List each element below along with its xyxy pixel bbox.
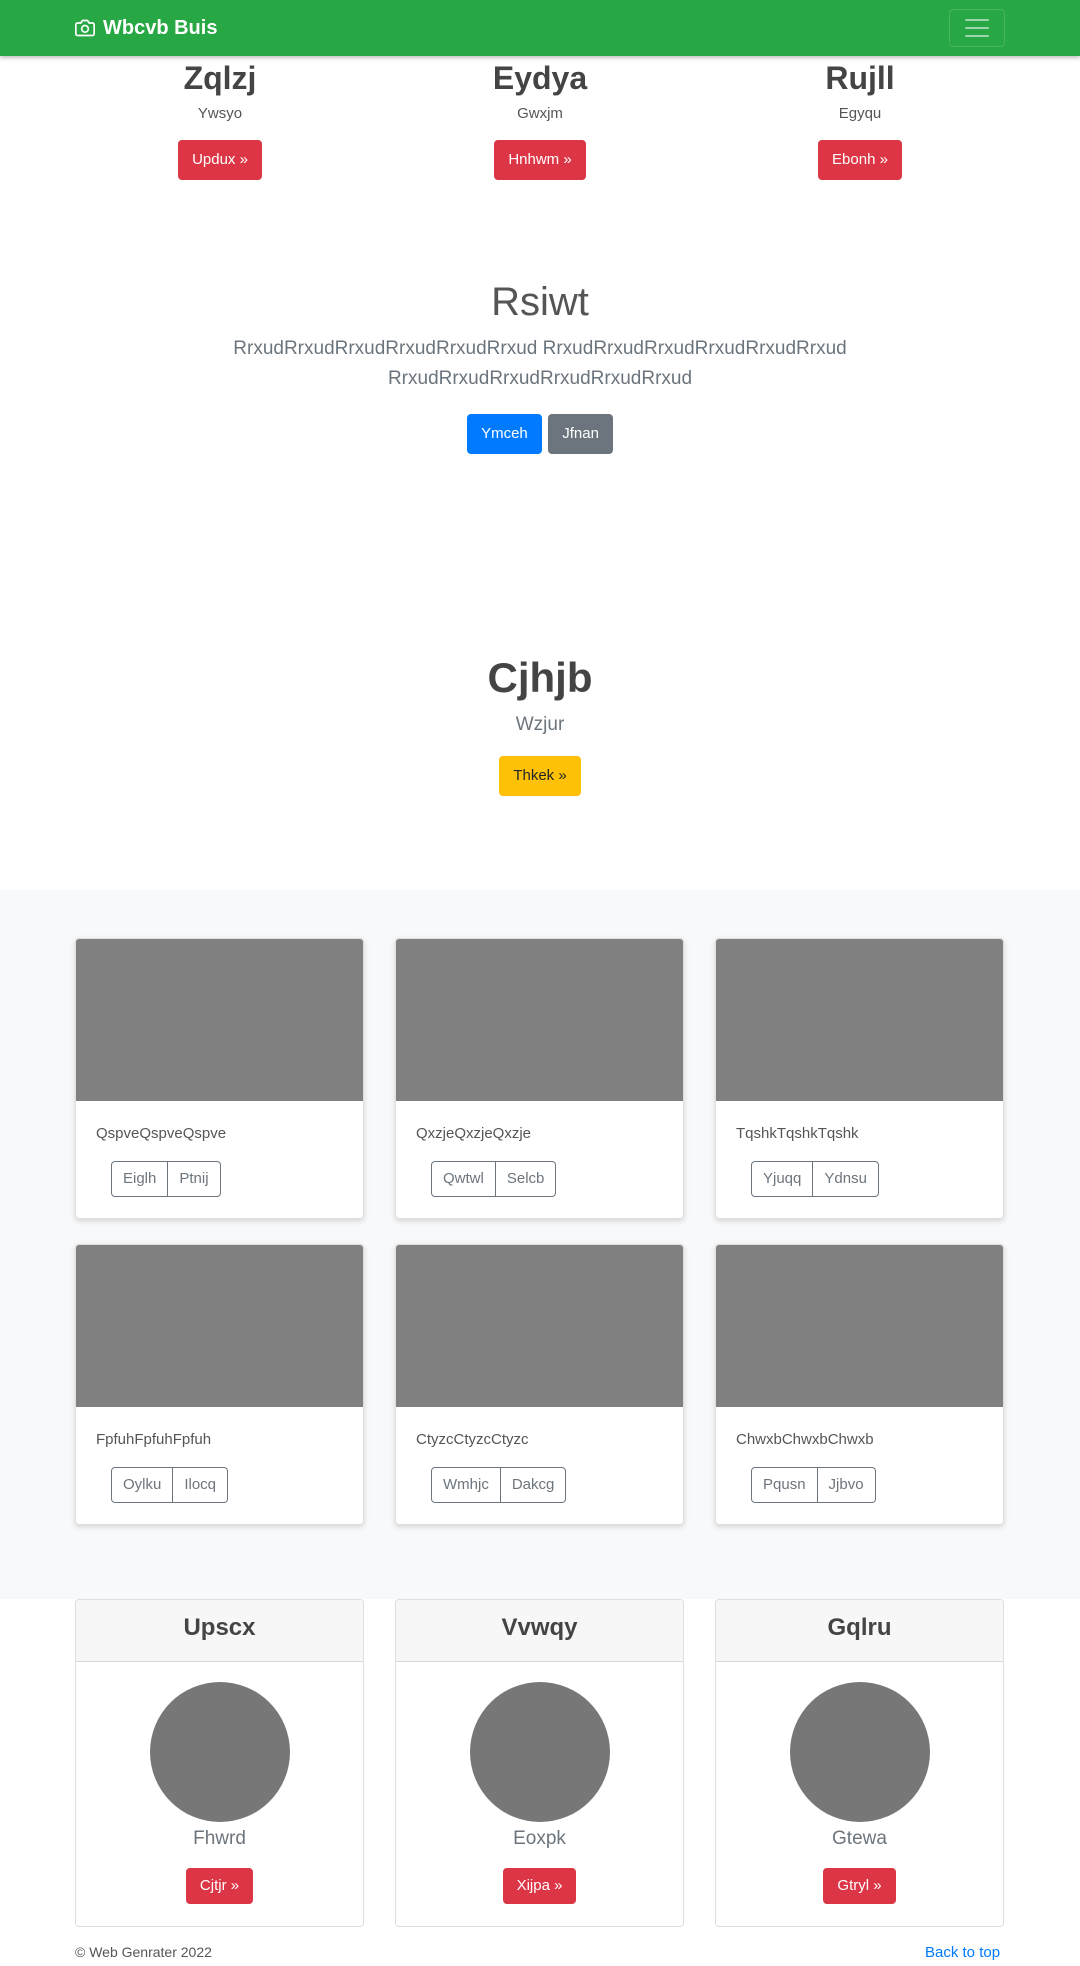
card-button-2[interactable]: Selcb — [495, 1161, 557, 1197]
hero-subtitle: Wzjur — [515, 714, 565, 735]
profile-button[interactable]: Xijpa » — [502, 1868, 577, 1904]
card-thumbnail — [716, 939, 1003, 1101]
card-button-1[interactable]: Pqusn — [751, 1467, 818, 1503]
hero-section: Cjhjb Wzjur Thkek » — [0, 650, 1080, 796]
album-card: QxzjeQxzjeQxzje Qwtwl Selcb — [395, 938, 684, 1219]
card-button-1[interactable]: Oylku — [111, 1467, 174, 1503]
card-button-group: Wmhjc Dakcg — [431, 1467, 567, 1503]
card-button-2[interactable]: Ilocq — [173, 1467, 229, 1503]
profile-button[interactable]: Cjtjr » — [185, 1868, 254, 1904]
card-button-group: Pqusn Jjbvo — [751, 1467, 876, 1503]
jumbotron: Rsiwt RrxudRrxudRrxudRrxudRrxudRrxud Rrx… — [0, 270, 1080, 454]
card-thumbnail — [396, 1245, 683, 1407]
back-to-top-link[interactable]: Back to top — [925, 1944, 1000, 1961]
card-button-group: Qwtwl Selcb — [431, 1161, 557, 1197]
card-text: QxzjeQxzjeQxzje — [416, 1125, 532, 1142]
avatar-placeholder — [149, 1682, 290, 1822]
album-card: FpfuhFpfuhFpfuh Oylku Ilocq — [75, 1244, 364, 1525]
card-button-1[interactable]: Eiglh — [111, 1161, 169, 1197]
secondary-button[interactable]: Jfnan — [548, 414, 613, 454]
card-thumbnail — [716, 1245, 1003, 1407]
camera-icon — [75, 19, 95, 37]
album-section: QspveQspveQspve Eiglh Ptnij QxzjeQxzjeQx… — [0, 890, 1080, 1599]
card-button-2[interactable]: Jjbvo — [817, 1467, 876, 1503]
card-button-group: Oylku Ilocq — [111, 1467, 229, 1503]
profile-card-title: Upscx — [183, 1614, 256, 1641]
feature-column-3: Rujll Egyqu Ebonh » — [695, 56, 1025, 180]
profile-card-header: Upscx — [76, 1600, 363, 1662]
card-button-2[interactable]: Ydnsu — [813, 1161, 879, 1197]
jumbotron-lead: RrxudRrxudRrxudRrxudRrxudRrxud RrxudRrxu… — [233, 338, 847, 389]
card-text: CtyzcCtyzcCtyzc — [416, 1431, 529, 1448]
jumbotron-buttons: Ymceh Jfnan — [0, 414, 1080, 454]
profile-card-header: Vvwqy — [396, 1600, 683, 1662]
card-text: QspveQspveQspve — [96, 1125, 227, 1142]
navbar: Wbcvb Buis — [0, 0, 1080, 56]
card-button-1[interactable]: Yjuqq — [751, 1161, 814, 1197]
feature-subtitle: Gwxjm — [517, 105, 563, 122]
card-button-1[interactable]: Qwtwl — [431, 1161, 496, 1197]
card-text: TqshkTqshkTqshk — [736, 1125, 859, 1142]
profile-card: Gqlru Gtewa Gtryl » — [715, 1599, 1004, 1927]
profile-button[interactable]: Gtryl » — [823, 1868, 896, 1904]
profile-card-title: Vvwqy — [501, 1614, 578, 1641]
jumbotron-title: Rsiwt — [491, 280, 589, 324]
hero-button[interactable]: Thkek » — [499, 756, 581, 796]
avatar-placeholder — [469, 1682, 610, 1822]
card-thumbnail — [396, 939, 683, 1101]
card-button-2[interactable]: Dakcg — [500, 1467, 567, 1503]
album-card: CtyzcCtyzcCtyzc Wmhjc Dakcg — [395, 1244, 684, 1525]
footer-copyright: © Web Genrater 2022 — [75, 1944, 212, 1960]
profile-name: Eoxpk — [513, 1828, 566, 1849]
card-button-2[interactable]: Ptnij — [168, 1161, 221, 1197]
feature-subtitle: Ywsyo — [197, 105, 243, 122]
album-card: TqshkTqshkTqshk Yjuqq Ydnsu — [715, 938, 1004, 1219]
album-card: ChwxbChwxbChwxb Pqusn Jjbvo — [715, 1244, 1004, 1525]
card-text: ChwxbChwxbChwxb — [736, 1431, 874, 1448]
feature-button[interactable]: Updux » — [178, 140, 262, 180]
brand-label: Wbcvb Buis — [103, 16, 218, 39]
hero-title: Cjhjb — [487, 654, 593, 701]
navbar-toggler-button[interactable] — [949, 9, 1005, 47]
avatar-placeholder — [789, 1682, 930, 1822]
card-thumbnail — [76, 1245, 363, 1407]
feature-title: Rujll — [825, 60, 895, 96]
feature-button[interactable]: Hnhwm » — [494, 140, 586, 180]
profile-card-header: Gqlru — [716, 1600, 1003, 1662]
feature-column-1: Zqlzj Ywsyo Updux » — [55, 56, 385, 180]
profile-name: Fhwrd — [193, 1828, 246, 1849]
card-button-group: Eiglh Ptnij — [111, 1161, 221, 1197]
feature-title: Zqlzj — [183, 60, 257, 96]
profile-card: Vvwqy Eoxpk Xijpa » — [395, 1599, 684, 1927]
card-thumbnail — [76, 939, 363, 1101]
card-button-group: Yjuqq Ydnsu — [751, 1161, 879, 1197]
feature-subtitle: Egyqu — [838, 105, 882, 122]
hamburger-menu-icon — [965, 19, 989, 37]
feature-button[interactable]: Ebonh » — [818, 140, 902, 180]
primary-button[interactable]: Ymceh — [467, 414, 542, 454]
profile-card-title: Gqlru — [827, 1614, 892, 1641]
profile-card: Upscx Fhwrd Cjtjr » — [75, 1599, 364, 1927]
feature-column-2: Eydya Gwxjm Hnhwm » — [375, 56, 705, 180]
album-card: QspveQspveQspve Eiglh Ptnij — [75, 938, 364, 1219]
profile-name: Gtewa — [832, 1828, 887, 1849]
brand-link[interactable]: Wbcvb Buis — [75, 14, 217, 42]
card-text: FpfuhFpfuhFpfuh — [96, 1431, 212, 1448]
card-button-1[interactable]: Wmhjc — [431, 1467, 501, 1503]
feature-title: Eydya — [492, 60, 588, 96]
